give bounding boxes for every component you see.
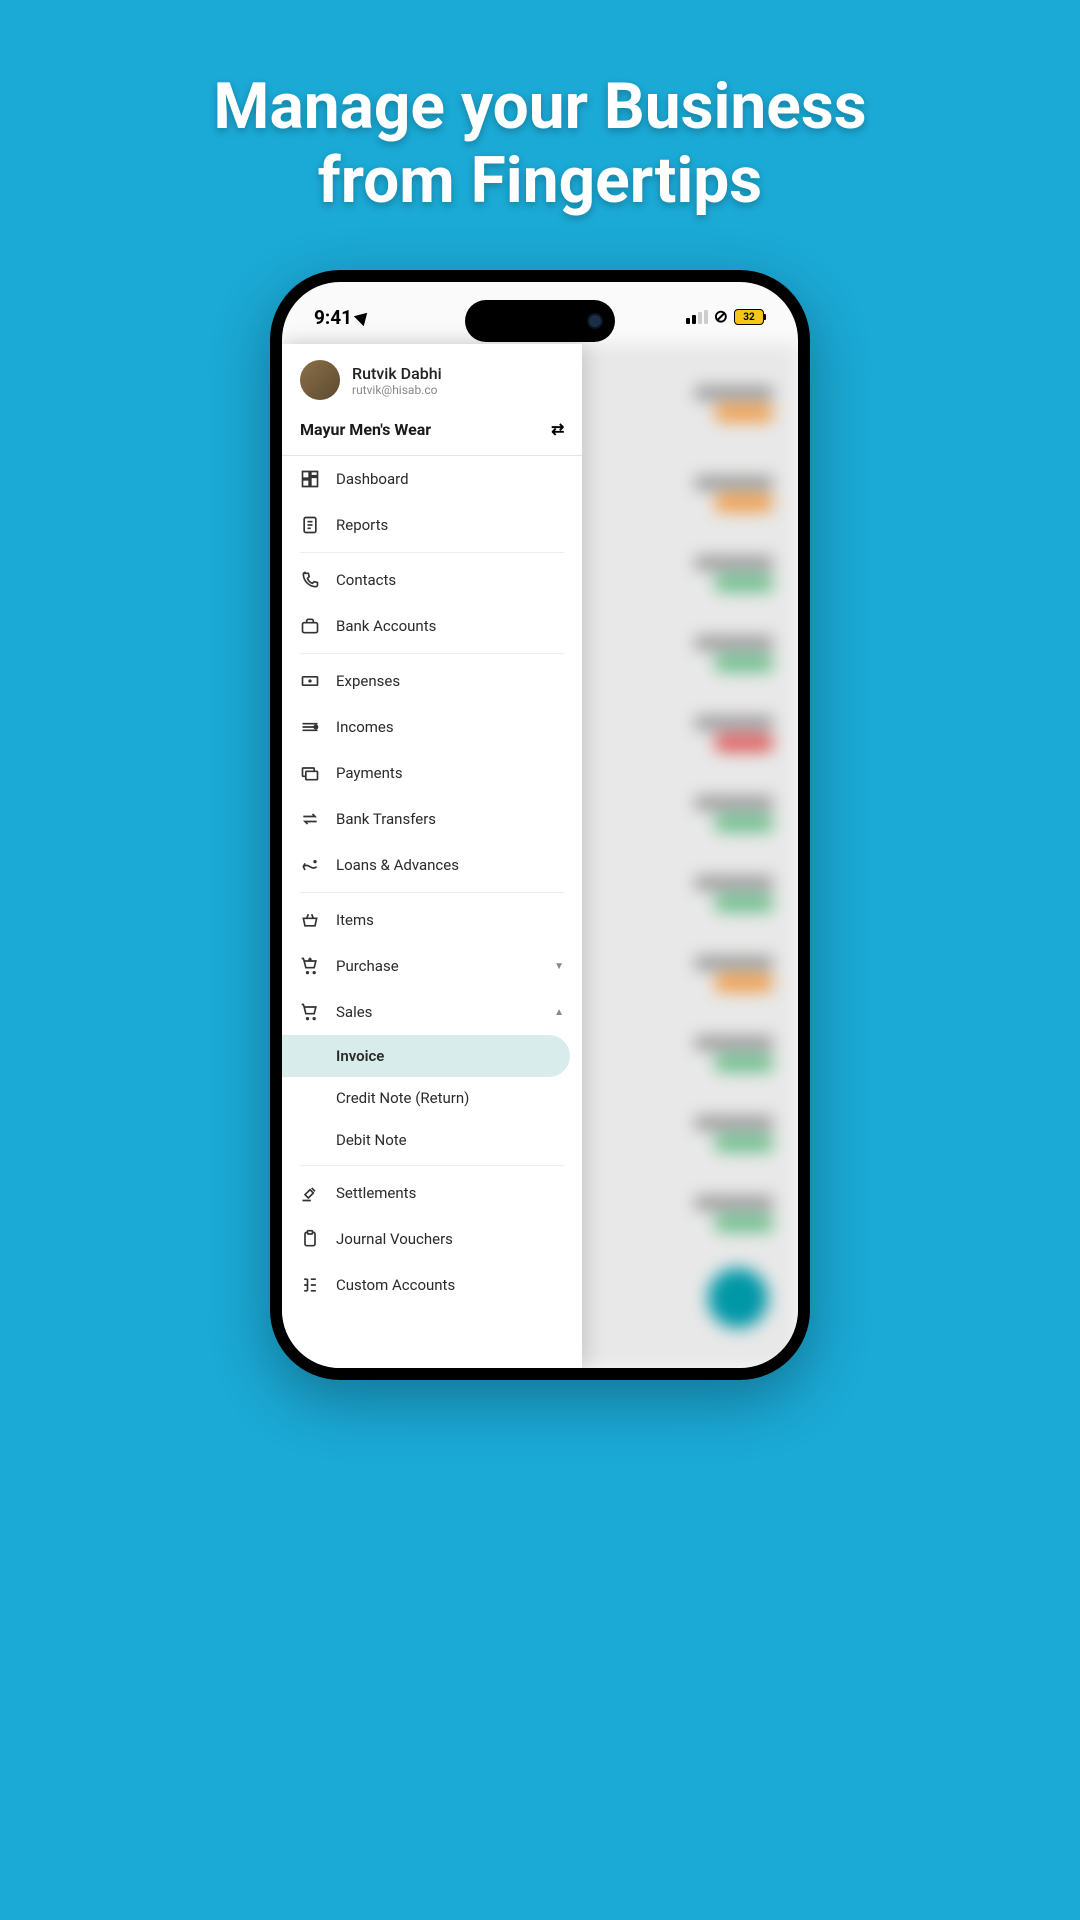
menu-label: Bank Accounts [336, 617, 436, 635]
tree-icon [300, 1275, 320, 1295]
menu-contacts[interactable]: Contacts [282, 557, 582, 603]
menu-incomes[interactable]: Incomes [282, 704, 582, 750]
payment-icon [300, 763, 320, 783]
menu-label: Items [336, 911, 374, 929]
user-section[interactable]: Rutvik Dabhi rutvik@hisab.co [282, 344, 582, 410]
chevron-up-icon: ▲ [554, 1007, 564, 1018]
battery-level: 32 [734, 309, 764, 325]
income-icon [300, 717, 320, 737]
divider [300, 653, 564, 654]
loans-icon [300, 855, 320, 875]
menu-bank-transfers[interactable]: Bank Transfers [282, 796, 582, 842]
menu-label: Reports [336, 516, 388, 534]
menu-payments[interactable]: Payments [282, 750, 582, 796]
menu-label: Expenses [336, 672, 400, 690]
transfer-icon [300, 809, 320, 829]
gavel-icon [300, 1183, 320, 1203]
menu-label: Settlements [336, 1184, 416, 1202]
divider [300, 892, 564, 893]
menu-purchase[interactable]: Purchase ▼ [282, 943, 582, 989]
phone-screen: 9:41 ⊘ 32 [282, 282, 798, 1368]
briefcase-icon [300, 616, 320, 636]
business-selector[interactable]: Mayur Men's Wear ⇅ [282, 410, 582, 456]
menu-journal-vouchers[interactable]: Journal Vouchers [282, 1216, 582, 1262]
menu-label: Payments [336, 764, 403, 782]
menu-reports[interactable]: Reports [282, 502, 582, 548]
menu-custom-accounts[interactable]: Custom Accounts [282, 1262, 582, 1308]
hero-title: Manage your Business from Fingertips [0, 70, 1080, 217]
menu-sales[interactable]: Sales ▲ [282, 989, 582, 1035]
camera-dot [587, 313, 603, 329]
menu-dashboard[interactable]: Dashboard [282, 456, 582, 502]
user-info: Rutvik Dabhi rutvik@hisab.co [352, 364, 442, 397]
fab-button[interactable] [708, 1268, 768, 1328]
expense-icon [300, 671, 320, 691]
chevron-down-icon: ▼ [554, 961, 564, 972]
hero-line-2: from Fingertips [0, 144, 1080, 218]
user-email: rutvik@hisab.co [352, 383, 442, 397]
swap-icon: ⇅ [548, 423, 567, 436]
status-right: ⊘ 32 [686, 307, 766, 327]
avatar [300, 360, 340, 400]
submenu-invoice[interactable]: Invoice [282, 1035, 570, 1077]
business-name: Mayur Men's Wear [300, 420, 431, 439]
phone-frame: 9:41 ⊘ 32 [270, 270, 810, 1380]
status-left: 9:41 [314, 306, 370, 329]
cart-add-icon [300, 956, 320, 976]
status-time: 9:41 [314, 306, 352, 329]
hero-line-1: Manage your Business [0, 70, 1080, 144]
reports-icon [300, 515, 320, 535]
dynamic-island [465, 300, 615, 342]
divider [300, 552, 564, 553]
signal-icon [686, 310, 708, 324]
location-icon [354, 308, 372, 326]
menu-bank-accounts[interactable]: Bank Accounts [282, 603, 582, 649]
submenu-debit-note[interactable]: Debit Note [282, 1119, 582, 1161]
clipboard-icon [300, 1229, 320, 1249]
menu-label: Loans & Advances [336, 856, 459, 874]
menu-label: Bank Transfers [336, 810, 436, 828]
menu-label: Purchase [336, 957, 399, 975]
menu-label: Incomes [336, 718, 394, 736]
menu-label: Custom Accounts [336, 1276, 455, 1294]
menu-label: Journal Vouchers [336, 1230, 453, 1248]
menu-list: Dashboard Reports Contacts Bank Accounts [282, 456, 582, 1308]
basket-icon [300, 910, 320, 930]
menu-settlements[interactable]: Settlements [282, 1170, 582, 1216]
user-name: Rutvik Dabhi [352, 364, 442, 383]
submenu-label: Credit Note (Return) [336, 1089, 469, 1107]
phone-icon [300, 570, 320, 590]
menu-label: Sales [336, 1003, 372, 1021]
menu-items[interactable]: Items [282, 897, 582, 943]
navigation-drawer: Rutvik Dabhi rutvik@hisab.co Mayur Men's… [282, 344, 582, 1368]
menu-label: Contacts [336, 571, 396, 589]
menu-loans-advances[interactable]: Loans & Advances [282, 842, 582, 888]
menu-label: Dashboard [336, 470, 409, 488]
link-icon: ⊘ [714, 307, 728, 327]
cart-icon [300, 1002, 320, 1022]
menu-expenses[interactable]: Expenses [282, 658, 582, 704]
submenu-label: Invoice [336, 1047, 384, 1065]
submenu-credit-note[interactable]: Credit Note (Return) [282, 1077, 582, 1119]
divider [300, 1165, 564, 1166]
battery-icon: 32 [734, 309, 766, 325]
submenu-label: Debit Note [336, 1131, 407, 1149]
dashboard-icon [300, 469, 320, 489]
